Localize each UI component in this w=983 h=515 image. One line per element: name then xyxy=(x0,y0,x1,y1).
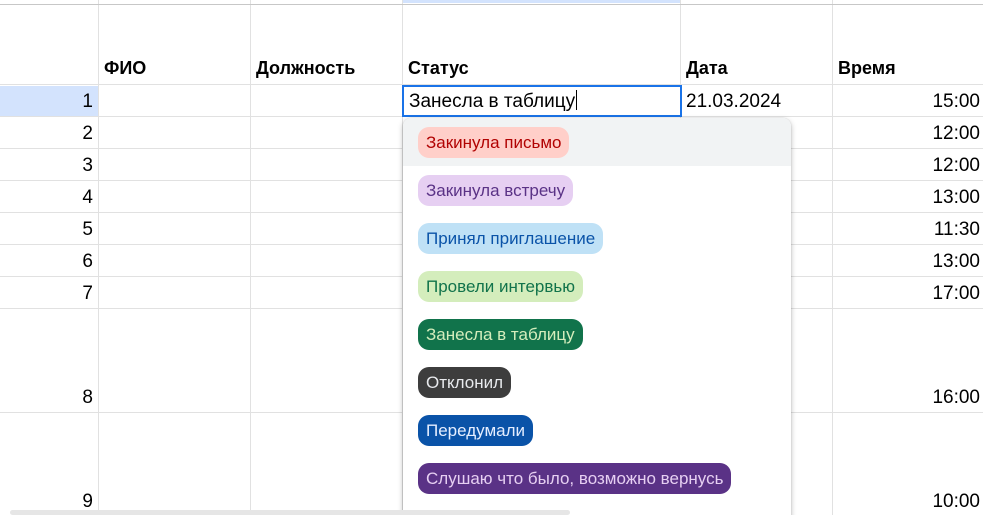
cell-date[interactable]: 21.03.2024 xyxy=(686,91,781,113)
grid-line xyxy=(250,0,251,515)
dropdown-option[interactable]: Слушаю что было, возможно вернусь xyxy=(403,454,791,502)
dropdown-option[interactable]: Провели интервью xyxy=(403,262,791,310)
active-cell-status[interactable]: Занесла в таблицу xyxy=(402,85,682,117)
status-chip: Слушаю что было, возможно вернусь xyxy=(418,463,732,494)
row-number[interactable]: 5 xyxy=(0,219,93,241)
horizontal-scrollbar[interactable] xyxy=(10,510,570,515)
cell-time[interactable]: 11:30 xyxy=(838,219,980,241)
row-number[interactable]: 3 xyxy=(0,155,93,177)
cell-time[interactable]: 16:00 xyxy=(838,387,980,409)
dropdown-option[interactable]: Принял приглашение xyxy=(403,214,791,262)
cell-time[interactable]: 13:00 xyxy=(838,187,980,209)
cell-time[interactable]: 13:00 xyxy=(838,251,980,273)
dropdown-option[interactable]: Отклонил xyxy=(403,358,791,406)
row-number[interactable]: 7 xyxy=(0,283,93,305)
row-number[interactable]: 6 xyxy=(0,251,93,273)
cell-time[interactable]: 10:00 xyxy=(838,491,980,513)
column-header-fio[interactable]: ФИО xyxy=(104,58,146,79)
status-chip: Отклонил xyxy=(418,367,512,398)
active-cell-editor[interactable]: Занесла в таблицу xyxy=(409,90,578,113)
text-caret xyxy=(576,90,578,110)
dropdown-option[interactable]: Закинула письмо xyxy=(403,118,791,166)
grid-line xyxy=(98,0,99,515)
row-number[interactable]: 8 xyxy=(0,387,93,409)
cell-time[interactable]: 12:00 xyxy=(838,123,980,145)
status-chip: Передумали xyxy=(418,415,533,446)
status-dropdown-list[interactable]: Закинула письмо Закинула встречу Принял … xyxy=(403,118,791,515)
cell-time[interactable]: 15:00 xyxy=(838,91,980,113)
grid-line xyxy=(0,4,983,5)
status-chip: Закинула письмо xyxy=(418,127,570,158)
grid-line xyxy=(832,0,833,515)
column-header-status[interactable]: Статус xyxy=(408,58,469,79)
active-cell-value: Занесла в таблицу xyxy=(409,91,576,112)
cell-time[interactable]: 12:00 xyxy=(838,155,980,177)
column-header-time[interactable]: Время xyxy=(838,58,896,79)
column-header-date[interactable]: Дата xyxy=(686,58,728,79)
row-number[interactable]: 2 xyxy=(0,123,93,145)
status-chip: Принял приглашение xyxy=(418,223,604,254)
spreadsheet-grid[interactable]: ФИО Должность Статус Дата Время 1 2 3 4 … xyxy=(0,0,983,515)
row-number[interactable]: 1 xyxy=(0,91,93,113)
status-chip: Провели интервью xyxy=(418,271,584,302)
column-header-position[interactable]: Должность xyxy=(256,58,355,79)
status-chip: Закинула встречу xyxy=(418,175,574,206)
status-chip: Занесла в таблицу xyxy=(418,319,583,350)
cell-time[interactable]: 17:00 xyxy=(838,283,980,305)
dropdown-option[interactable]: Передумали xyxy=(403,406,791,454)
row-number[interactable]: 4 xyxy=(0,187,93,209)
selected-column-header-highlight xyxy=(402,0,680,3)
dropdown-option[interactable]: Закинула встречу xyxy=(403,166,791,214)
dropdown-option[interactable]: Занесла в таблицу xyxy=(403,310,791,358)
